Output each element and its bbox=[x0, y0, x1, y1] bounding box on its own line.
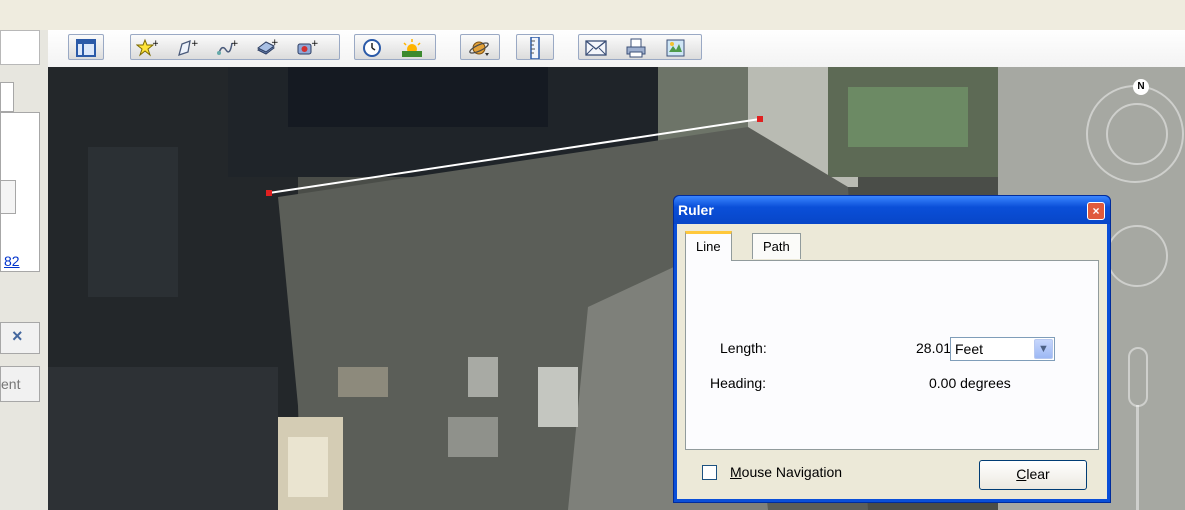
ruler-button[interactable] bbox=[516, 34, 554, 60]
svg-text:+: + bbox=[152, 39, 158, 49]
panel-button[interactable]: ent bbox=[0, 366, 40, 402]
clear-text: lear bbox=[1026, 466, 1050, 482]
clear-mnemonic: C bbox=[1016, 466, 1027, 482]
window-top-strip bbox=[0, 0, 1185, 30]
move-joystick-icon[interactable] bbox=[1106, 225, 1168, 287]
close-button[interactable]: × bbox=[1087, 202, 1105, 220]
look-joystick-inner[interactable] bbox=[1106, 103, 1168, 165]
sidebar-toggle-icon bbox=[75, 38, 97, 58]
add-path-icon[interactable]: + bbox=[216, 38, 238, 58]
chevron-down-icon[interactable]: ▼ bbox=[1034, 339, 1053, 359]
heading-value: 0.00 degrees bbox=[929, 375, 1011, 391]
unit-select[interactable]: Feet ▼ bbox=[950, 337, 1055, 361]
left-sidebar-panel: 82 × ent bbox=[0, 30, 49, 510]
result-link[interactable]: 82 bbox=[4, 253, 20, 269]
close-icon: × bbox=[12, 326, 23, 346]
measurement-start-point bbox=[266, 190, 272, 196]
zoom-slider-knob-icon[interactable] bbox=[1128, 347, 1148, 407]
ruler-icon bbox=[524, 37, 546, 59]
search-button[interactable] bbox=[0, 180, 16, 214]
mouse-navigation-label[interactable]: Mouse Navigation bbox=[730, 464, 842, 480]
line-tab-panel: Length: 28.01 Feet ▼ Heading: 0.00 degre… bbox=[685, 260, 1099, 450]
time-tools-group bbox=[354, 34, 436, 60]
unit-select-value: Feet bbox=[955, 341, 984, 357]
add-image-overlay-icon[interactable]: + bbox=[256, 38, 278, 58]
svg-text:+: + bbox=[311, 39, 318, 49]
clear-results-button[interactable]: × bbox=[0, 322, 40, 354]
mouse-navigation-checkbox[interactable] bbox=[702, 465, 717, 480]
mouse-navigation-text: ouse Navigation bbox=[741, 464, 843, 480]
zoom-slider-track[interactable] bbox=[1136, 405, 1139, 510]
toolbar: + + + + + bbox=[48, 30, 1185, 68]
ruler-title-bar[interactable]: Ruler × bbox=[674, 196, 1110, 224]
historical-imagery-icon[interactable] bbox=[361, 38, 383, 58]
ruler-body: Line Path Length: 28.01 Feet ▼ Heading: … bbox=[677, 224, 1107, 499]
switch-planet-button[interactable] bbox=[460, 34, 500, 60]
tab-path[interactable]: Path bbox=[752, 233, 801, 259]
length-label: Length: bbox=[720, 340, 767, 356]
sidebar-toggle-button[interactable] bbox=[68, 34, 104, 60]
email-icon[interactable] bbox=[585, 38, 607, 58]
svg-text:+: + bbox=[231, 39, 238, 49]
heading-label: Heading: bbox=[710, 375, 767, 391]
svg-text:+: + bbox=[271, 38, 278, 48]
add-polygon-icon[interactable]: + bbox=[176, 38, 198, 58]
clear-button[interactable]: Clear bbox=[979, 460, 1087, 490]
share-tools-group bbox=[578, 34, 702, 60]
record-tour-icon[interactable]: + bbox=[296, 38, 318, 58]
search-tab[interactable] bbox=[0, 82, 14, 112]
switch-planet-icon bbox=[469, 38, 491, 58]
search-panel-box bbox=[0, 30, 40, 65]
add-tools-group: + + + + + bbox=[130, 34, 340, 60]
compass-north-icon[interactable]: N bbox=[1133, 79, 1149, 95]
mouse-navigation-mnemonic: M bbox=[730, 464, 742, 480]
close-icon: × bbox=[1092, 204, 1100, 218]
view-in-maps-icon[interactable] bbox=[665, 38, 687, 58]
panel-button-label: ent bbox=[1, 376, 21, 392]
print-icon[interactable] bbox=[625, 38, 647, 58]
measurement-end-point bbox=[757, 116, 763, 122]
ruler-dialog: Ruler × Line Path Length: 28.01 Feet ▼ H… bbox=[673, 195, 1111, 503]
svg-text:+: + bbox=[191, 39, 198, 49]
length-value: 28.01 bbox=[916, 340, 952, 356]
ruler-title: Ruler bbox=[678, 202, 714, 218]
tab-line[interactable]: Line bbox=[685, 231, 732, 261]
sunlight-icon[interactable] bbox=[401, 38, 423, 58]
add-placemark-icon[interactable]: + bbox=[136, 38, 158, 58]
